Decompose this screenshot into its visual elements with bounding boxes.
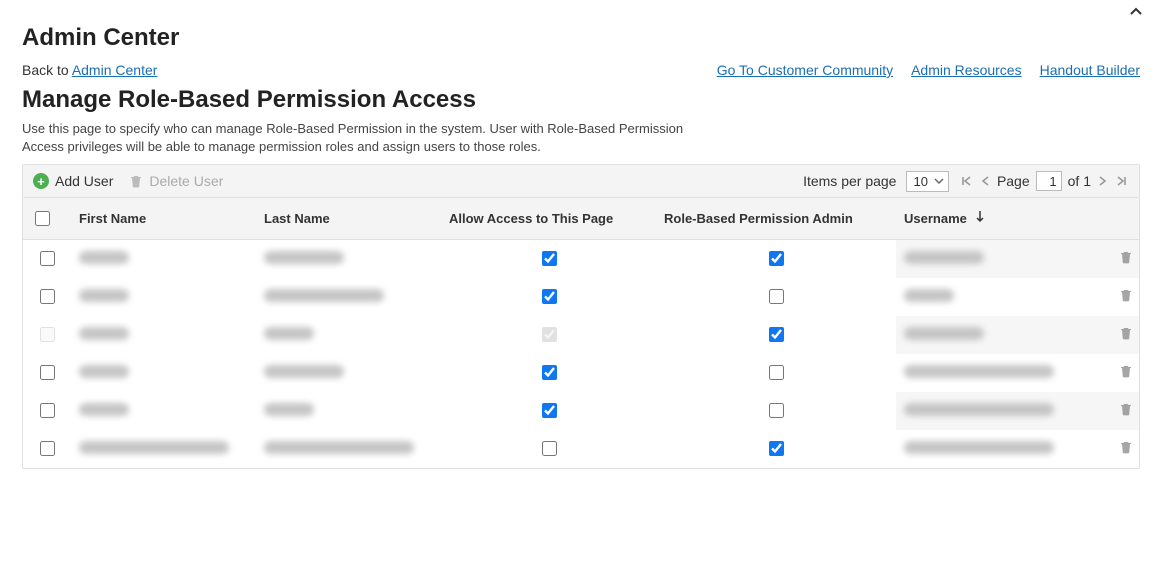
add-user-label: Add User xyxy=(55,173,113,189)
row-select-checkbox[interactable] xyxy=(40,441,55,456)
col-last-name[interactable]: Last Name xyxy=(256,198,441,240)
first-name-value xyxy=(79,327,129,340)
pager-prev[interactable] xyxy=(979,174,991,188)
table-row xyxy=(23,278,1140,316)
allow-access-checkbox[interactable] xyxy=(542,289,557,304)
row-select-checkbox[interactable] xyxy=(40,251,55,266)
table-row xyxy=(23,354,1140,392)
link-customer-community[interactable]: Go To Customer Community xyxy=(717,62,893,78)
rbp-admin-checkbox[interactable] xyxy=(769,251,784,266)
back-prefix: Back to xyxy=(22,62,72,78)
table-row xyxy=(23,316,1140,354)
delete-row-button[interactable] xyxy=(1119,442,1133,457)
pager-last[interactable] xyxy=(1115,174,1129,188)
delete-row-button[interactable] xyxy=(1119,328,1133,343)
last-name-value xyxy=(264,441,414,454)
username-value xyxy=(904,403,1054,416)
allow-access-checkbox[interactable] xyxy=(542,251,557,266)
last-name-value xyxy=(264,251,344,264)
last-name-value xyxy=(264,289,384,302)
col-first-name[interactable]: First Name xyxy=(71,198,256,240)
col-rbp-admin[interactable]: Role-Based Permission Admin xyxy=(656,198,896,240)
allow-access-checkbox[interactable] xyxy=(542,441,557,456)
first-name-value xyxy=(79,441,229,454)
breadcrumb: Back to Admin Center xyxy=(22,62,157,78)
collapse-toggle[interactable] xyxy=(1128,4,1144,23)
last-name-value xyxy=(264,327,314,340)
delete-row-button[interactable] xyxy=(1119,252,1133,267)
section-description: Use this page to specify who can manage … xyxy=(22,120,702,156)
link-admin-resources[interactable]: Admin Resources xyxy=(911,62,1022,78)
username-value xyxy=(904,365,1054,378)
items-per-page-select[interactable]: 10 xyxy=(906,171,948,192)
section-title: Manage Role-Based Permission Access xyxy=(22,86,1140,114)
rbp-admin-checkbox[interactable] xyxy=(769,365,784,380)
rbp-admin-checkbox[interactable] xyxy=(769,327,784,342)
col-allow-access[interactable]: Allow Access to This Page xyxy=(441,198,656,240)
table-row xyxy=(23,430,1140,468)
page-title: Admin Center xyxy=(22,24,1140,52)
delete-row-button[interactable] xyxy=(1119,290,1133,305)
first-name-value xyxy=(79,403,129,416)
back-link[interactable]: Admin Center xyxy=(72,62,158,78)
delete-user-label: Delete User xyxy=(149,173,223,189)
pager-page-input[interactable] xyxy=(1036,171,1062,191)
delete-row-button[interactable] xyxy=(1119,366,1133,381)
row-select-checkbox[interactable] xyxy=(40,403,55,418)
first-name-value xyxy=(79,289,129,302)
link-handout-builder[interactable]: Handout Builder xyxy=(1040,62,1140,78)
row-select-checkbox xyxy=(40,327,55,342)
first-name-value xyxy=(79,251,129,264)
row-select-checkbox[interactable] xyxy=(40,365,55,380)
allow-access-checkbox[interactable] xyxy=(542,403,557,418)
items-per-page-label: Items per page xyxy=(803,173,896,189)
username-value xyxy=(904,251,984,264)
add-user-button[interactable]: + Add User xyxy=(33,173,113,189)
plus-circle-icon: + xyxy=(33,173,49,189)
rbp-admin-checkbox[interactable] xyxy=(769,441,784,456)
col-username-label: Username xyxy=(904,211,967,226)
username-value xyxy=(904,289,954,302)
username-value xyxy=(904,441,1054,454)
row-select-checkbox[interactable] xyxy=(40,289,55,304)
table-row xyxy=(23,240,1140,278)
toolbar: + Add User Delete User Items per page 10 xyxy=(22,164,1140,198)
pager-first[interactable] xyxy=(959,174,973,188)
select-all-checkbox[interactable] xyxy=(35,211,50,226)
username-value xyxy=(904,327,984,340)
table-row xyxy=(23,392,1140,430)
delete-user-button: Delete User xyxy=(129,173,223,189)
pager-page-label: Page xyxy=(997,173,1030,189)
rbp-admin-checkbox[interactable] xyxy=(769,289,784,304)
pager-next[interactable] xyxy=(1097,174,1109,188)
permissions-table: First Name Last Name Allow Access to Thi… xyxy=(23,198,1140,468)
last-name-value xyxy=(264,403,314,416)
allow-access-checkbox xyxy=(542,327,557,342)
pager-of-label: of 1 xyxy=(1068,173,1091,189)
sort-descending-icon xyxy=(975,211,985,226)
delete-row-button[interactable] xyxy=(1119,404,1133,419)
last-name-value xyxy=(264,365,344,378)
col-username[interactable]: Username xyxy=(896,198,1106,240)
allow-access-checkbox[interactable] xyxy=(542,365,557,380)
trash-icon xyxy=(129,174,143,188)
rbp-admin-checkbox[interactable] xyxy=(769,403,784,418)
first-name-value xyxy=(79,365,129,378)
